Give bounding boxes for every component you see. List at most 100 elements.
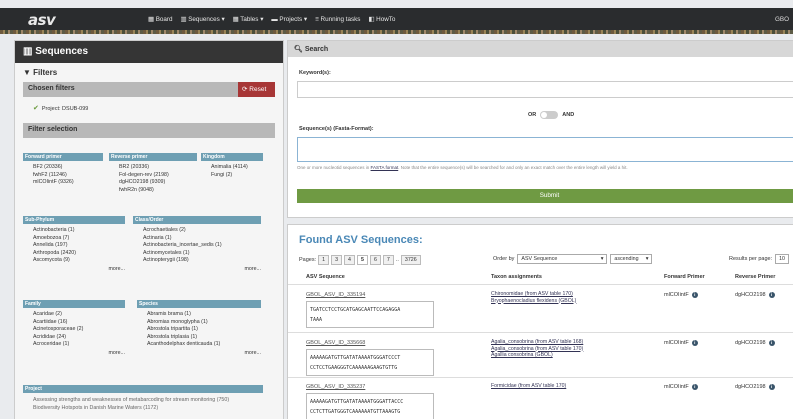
filter-option[interactable]: Abramis brama (1) [137, 311, 261, 319]
group-header: Species [137, 300, 261, 308]
taxon-link[interactable]: Bryophaenocladius flexidens (GBOL) [491, 298, 576, 305]
filter-option[interactable]: fwhR2n (9048) [109, 187, 197, 195]
filter-option[interactable]: Actinobacteria_incertae_sedis (1) [133, 242, 261, 250]
filter-option[interactable]: mlCOIintF (9326) [23, 179, 103, 187]
filter-group-kingdom: Kingdom Animalia (4114) Fungi (2) [201, 153, 263, 179]
menu-board[interactable]: ▦ Board [148, 16, 173, 23]
main-menu: ▦ Board ▥ Sequences ▾ ▦ Tables ▾ ▬ Proje… [148, 16, 395, 23]
info-icon[interactable]: i [768, 384, 775, 390]
order-by-controls: Order by ASV Sequence ▾ ascending ▾ [493, 254, 653, 264]
more-link[interactable]: more... [23, 265, 125, 273]
sequence-label: Sequence(s) (Fasta-Format): [299, 126, 374, 132]
filter-option[interactable]: Assessing strengths and weaknesses of me… [23, 396, 263, 404]
filter-option[interactable]: fwhF2 (11246) [23, 172, 103, 180]
filter-option[interactable]: Acinetosporaceae (2) [23, 326, 125, 334]
group-header: Project [23, 385, 263, 393]
filter-option[interactable]: Acanthodelphax denticauda (1) [137, 341, 261, 349]
toggle-switch[interactable] [540, 111, 559, 119]
page-link[interactable]: 1 [318, 255, 330, 265]
filter-option[interactable]: BR2 (20336) [109, 164, 197, 172]
order-by-select[interactable]: ASV Sequence ▾ [517, 254, 608, 264]
asv-id-link[interactable]: GBOL_ASV_ID_335668 [306, 340, 365, 346]
filter-option[interactable]: Acartiidae (16) [23, 319, 125, 327]
filter-option[interactable]: Acrochaetiales (2) [133, 227, 261, 235]
filter-option[interactable]: Annelida (197) [23, 242, 125, 250]
reverse-primer-cell: dgHCO2198 i [735, 384, 775, 390]
search-panel: 🔍︎ Search Keyword(s): OR AND Sequence(s)… [287, 40, 793, 218]
filter-option[interactable]: Fol-degen-rev (2198) [109, 172, 197, 180]
filter-option[interactable]: Abrostola tripartita (1) [137, 326, 261, 334]
sequence-box[interactable]: AAAAAGATGTTGATATAAAATGGGATCCCT CCTCCTGAA… [306, 349, 434, 376]
filter-option[interactable]: Actinaria (1) [133, 235, 261, 243]
info-icon[interactable]: i [691, 292, 698, 298]
asv-id-link[interactable]: GBOL_ASV_ID_335237 [306, 384, 365, 390]
menu-running-tasks[interactable]: ≡ Running tasks [315, 16, 360, 23]
menu-projects[interactable]: ▬ Projects ▾ [271, 16, 307, 23]
filter-option[interactable]: Biodiversity Hotspots in Danish Marine W… [23, 404, 263, 412]
filter-selection-bar: Filter selection [23, 123, 275, 138]
app-logo[interactable]: asv [28, 11, 56, 29]
filter-option[interactable]: Acroceridae (1) [23, 341, 125, 349]
filter-option[interactable]: Abrostola triplasia (1) [137, 334, 261, 342]
forward-primer-cell: mlCOIintF i [664, 340, 698, 346]
filter-option[interactable]: Ascomycota (9) [23, 257, 125, 265]
filter-option[interactable]: Fungi (2) [201, 172, 263, 180]
page-link[interactable]: 7 [382, 255, 394, 265]
page-link[interactable]: 3 [331, 255, 343, 265]
taxon-link[interactable]: Agallia consobrina (GBOL) [491, 352, 583, 359]
sequence-textarea[interactable] [297, 137, 793, 162]
forward-primer-cell: mlCOIintF i [664, 384, 698, 390]
forward-primer-cell: mlCOIintF i [664, 292, 698, 298]
filter-option[interactable]: Acrididae (24) [23, 334, 125, 342]
page-link[interactable]: 4 [344, 255, 355, 265]
results-per-page: Results per page: 10 [729, 254, 790, 264]
page-link-last[interactable]: 3726 [400, 255, 421, 265]
filter-option[interactable]: Abromias monoglypha (1) [137, 319, 261, 327]
filter-option[interactable]: Amoebozoa (7) [23, 235, 125, 243]
reset-button[interactable]: ⟳ Reset [238, 82, 275, 97]
keywords-input[interactable] [297, 81, 793, 98]
results-title: Found ASV Sequences: [299, 234, 423, 246]
fasta-format-link[interactable]: FASTA format [371, 165, 399, 170]
submit-button[interactable]: Submit [297, 189, 793, 203]
page-link[interactable]: 6 [369, 255, 381, 265]
filter-group-reverse-primer: Reverse primer BR2 (20336) Fol-degen-rev… [109, 153, 197, 194]
taxon-link[interactable]: Chironomidae (from ASV table 170) [491, 291, 576, 298]
chosen-filter-item[interactable]: ✔ Project: DSUB-099 [15, 97, 283, 119]
taxon-link[interactable]: Formicidae (from ASV table 170) [491, 383, 566, 390]
sequence-box[interactable]: TGATCCTCCTGCATGAGCAATTCCAGAGGA TAAA [306, 301, 434, 328]
menu-tables[interactable]: ▦ Tables ▾ [233, 16, 264, 23]
bars-icon: ▥ [23, 46, 33, 57]
filter-group-class-order: Class/Order Acrochaetiales (2) Actinaria… [133, 216, 261, 273]
filter-group-project: Project Assessing strengths and weakness… [23, 385, 263, 412]
info-icon[interactable]: i [768, 340, 775, 346]
more-link[interactable]: more... [137, 349, 261, 357]
page-link-current[interactable]: 5 [356, 255, 368, 265]
results-per-page-select[interactable]: 10 [775, 254, 790, 264]
direction-select[interactable]: ascending ▾ [610, 254, 653, 264]
group-header: Forward primer [23, 153, 103, 161]
filter-option[interactable]: dgHCO2198 (9309) [109, 179, 197, 187]
filters-heading: ▼ Filters [23, 68, 58, 77]
filter-option[interactable]: Acaridae (2) [23, 311, 125, 319]
more-link[interactable]: more... [23, 349, 125, 357]
taxon-link[interactable]: Agalia_consobrina (from ASV table 168) [491, 339, 583, 346]
info-icon[interactable]: i [768, 292, 775, 298]
menu-howto[interactable]: ◧ HowTo [368, 16, 395, 23]
filter-option[interactable]: Actinopterygii (198) [133, 257, 261, 265]
filter-option[interactable]: BF2 (20336) [23, 164, 103, 172]
more-link[interactable]: more... [133, 265, 261, 273]
menu-sequences[interactable]: ▥ Sequences ▾ [181, 16, 225, 23]
navbar-right-link[interactable]: GBO [775, 16, 789, 23]
info-icon[interactable]: i [691, 340, 698, 346]
info-icon[interactable]: i [691, 384, 698, 390]
filter-option[interactable]: Actinobacteria (1) [23, 227, 125, 235]
filter-option[interactable]: Arthropoda (2420) [23, 250, 125, 258]
asv-id-link[interactable]: GBOL_ASV_ID_335194 [306, 292, 365, 298]
search-panel-header: 🔍︎ Search [288, 41, 793, 57]
filter-option[interactable]: Animalia (4114) [201, 164, 263, 172]
sequence-box[interactable]: AAAAAGATGTTGATATAAAATGGGATTACCC CCTCTTGA… [306, 393, 434, 419]
or-and-switch[interactable]: OR AND [528, 111, 574, 119]
panel-title: ▥ Sequences [15, 41, 283, 63]
filter-option[interactable]: Actinomycetales (1) [133, 250, 261, 258]
